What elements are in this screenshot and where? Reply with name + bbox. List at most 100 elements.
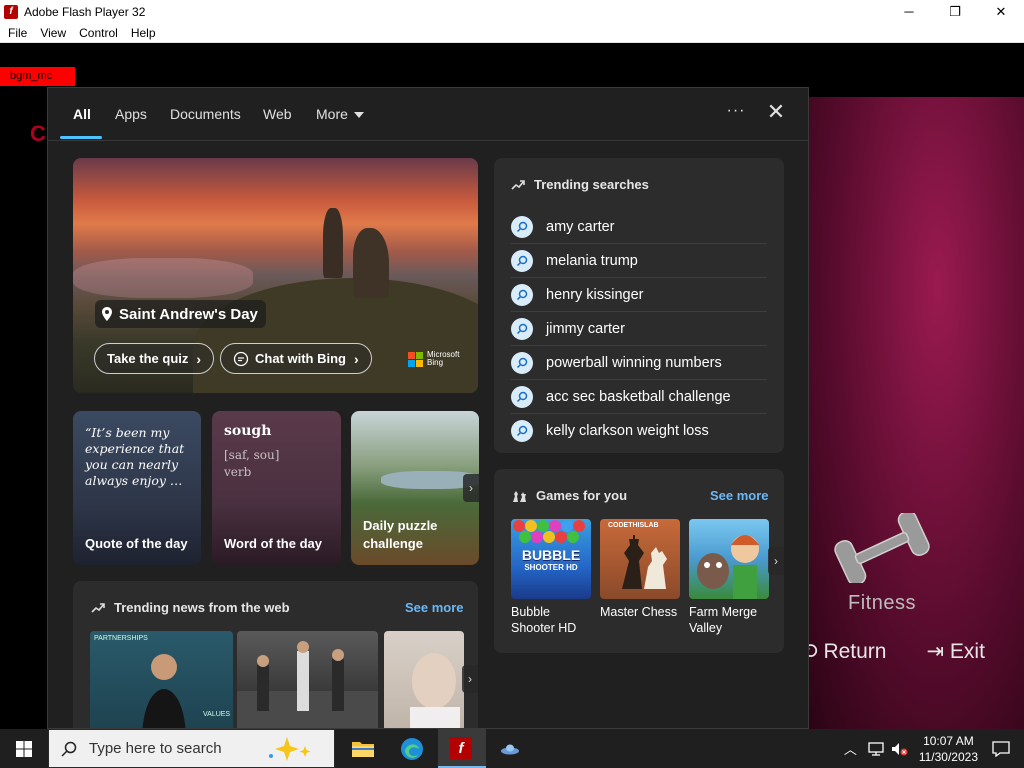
menu-help[interactable]: Help [131, 26, 156, 40]
trending-search-item[interactable]: henry kissinger [511, 278, 767, 312]
news-item[interactable]: PARTNERSHIPS VALUES [90, 631, 233, 728]
system-tray: ︿ 10:07 AM 11/30/2023 [844, 729, 1024, 768]
chevron-right-icon: › [196, 350, 202, 367]
trending-search-label: amy carter [546, 218, 615, 235]
news-item[interactable] [384, 631, 464, 728]
word-part-of-speech: verb [224, 465, 252, 479]
menu-file[interactable]: File [8, 26, 27, 40]
tab-apps[interactable]: Apps [115, 106, 147, 122]
bubbles-art [513, 520, 585, 543]
quote-of-the-day-card[interactable]: “It’s been my experience that you can ne… [73, 411, 201, 565]
hero-image-rock [353, 228, 389, 298]
news-see-more-link[interactable]: See more [405, 600, 464, 615]
tab-more[interactable]: More [316, 106, 364, 122]
microsoft-bing-logo: Microsoft Bing [408, 351, 459, 367]
chess-king-icon [622, 535, 667, 589]
bgm-label: bgm_mc [0, 67, 75, 86]
stage-nav: ⟲ Return ⇥ Exit [800, 639, 985, 664]
volume-muted-icon[interactable] [891, 742, 909, 756]
trending-search-item[interactable]: powerball winning numbers [511, 346, 767, 380]
trending-search-item[interactable]: melania trump [511, 244, 767, 278]
maximize-button[interactable]: ❐ [932, 0, 978, 23]
tab-all[interactable]: All [73, 106, 91, 122]
game-name-line: Valley [689, 621, 723, 635]
chevron-down-icon [353, 112, 364, 119]
fitness-label: Fitness [848, 592, 916, 614]
hero-card[interactable]: Saint Andrew's Day Take the quiz › Chat w… [73, 158, 478, 393]
microsoft-logo-icon [408, 351, 423, 367]
search-icon [61, 741, 77, 757]
taskbar-search-box[interactable]: Type here to search [48, 729, 335, 768]
bubble-shooter-art-title: BUBBLE [521, 547, 581, 563]
stage-background [808, 97, 1024, 729]
game-name-line: Farm Merge [689, 605, 758, 619]
master-chess-thumbnail: CODETHISLAB [600, 519, 680, 599]
search-icon [511, 215, 533, 238]
game-tile-bubble-shooter[interactable]: BUBBLE SHOOTER HD Bubble Shooter HD [511, 519, 591, 636]
network-icon[interactable] [867, 741, 885, 756]
fitness-button[interactable]: Fitness [830, 510, 934, 615]
taskbar-clock[interactable]: 10:07 AM 11/30/2023 [919, 733, 978, 765]
window-controls: ─ ❐ ✕ [886, 0, 1024, 23]
more-options-button[interactable]: ··· [724, 102, 748, 124]
news-person-image [142, 654, 186, 728]
taskbar: Type here to search f ︿ 10:07 AM 11/30/2… [0, 729, 1024, 768]
trending-search-item[interactable]: acc sec basketball challenge [511, 380, 767, 414]
word-of-the-day-card[interactable]: sough [saf, sou] verb Word of the day [212, 411, 341, 565]
news-scroll-right-button[interactable]: › [462, 665, 478, 693]
close-window-button[interactable]: ✕ [978, 0, 1024, 23]
games-card: Games for you See more BUBBLE SHOOTER HD… [494, 469, 784, 653]
tab-documents[interactable]: Documents [170, 106, 241, 122]
return-label: Return [823, 640, 887, 663]
game-name-line: Bubble [511, 605, 550, 619]
news-header: Trending news from the web [91, 600, 290, 615]
chevron-up-icon[interactable]: ︿ [844, 739, 857, 758]
menu-bar: File View Control Help [0, 23, 1024, 43]
cards-scroll-right-button[interactable]: › [463, 474, 479, 502]
ufo-icon [501, 744, 519, 755]
edge-icon [401, 738, 423, 760]
file-explorer-taskbar-button[interactable] [349, 735, 377, 763]
app-taskbar-button[interactable] [496, 735, 524, 763]
puzzle-caption-line: challenge [363, 536, 423, 551]
brand-line-bing: Bing [427, 358, 444, 367]
quote-caption: Quote of the day [85, 536, 188, 551]
games-see-more-link[interactable]: See more [710, 488, 769, 503]
notifications-icon[interactable] [992, 740, 1010, 757]
chevron-right-icon: › [468, 672, 472, 686]
menu-control[interactable]: Control [79, 26, 118, 40]
hero-image-rock [323, 208, 343, 278]
exit-button[interactable]: ⇥ Exit [926, 639, 984, 664]
return-button[interactable]: ⟲ Return [800, 639, 886, 664]
flash-player-taskbar-button[interactable]: f [438, 729, 486, 768]
stage-partial-letter: C [30, 121, 46, 146]
chat-bubble-icon [233, 351, 249, 366]
game-tile-master-chess[interactable]: CODETHISLAB Master Chess [600, 519, 680, 620]
daily-puzzle-card[interactable]: Daily puzzle challenge [351, 411, 479, 565]
games-scroll-right-button[interactable]: › [768, 547, 784, 575]
hero-image-hill [193, 278, 478, 393]
tab-web[interactable]: Web [263, 106, 292, 122]
minimize-button[interactable]: ─ [886, 0, 932, 23]
taskbar-search-placeholder: Type here to search [89, 740, 222, 757]
game-tile-farm-merge-valley[interactable]: Farm Merge Valley [689, 519, 769, 636]
menu-view[interactable]: View [40, 26, 66, 40]
news-item[interactable] [237, 631, 378, 728]
trending-search-item[interactable]: amy carter [511, 210, 767, 244]
take-quiz-button[interactable]: Take the quiz › [94, 343, 215, 374]
chat-with-bing-button[interactable]: Chat with Bing › [220, 343, 372, 374]
news-street-image [237, 641, 378, 728]
edge-taskbar-button[interactable] [398, 735, 426, 763]
active-tab-indicator [60, 136, 102, 139]
trending-search-item[interactable]: kelly clarkson weight loss [511, 414, 767, 448]
word-title: sough [224, 423, 272, 439]
hero-location-badge: Saint Andrew's Day [95, 300, 266, 328]
close-panel-button[interactable]: ✕ [764, 100, 788, 124]
codethislab-label: CODETHISLAB [608, 522, 659, 529]
quote-text: “It’s been my experience that you can ne… [85, 425, 185, 488]
farm-merge-thumbnail [689, 519, 769, 599]
search-icon [511, 351, 533, 374]
start-button[interactable] [0, 729, 48, 768]
search-icon [511, 283, 533, 306]
trending-search-item[interactable]: jimmy carter [511, 312, 767, 346]
